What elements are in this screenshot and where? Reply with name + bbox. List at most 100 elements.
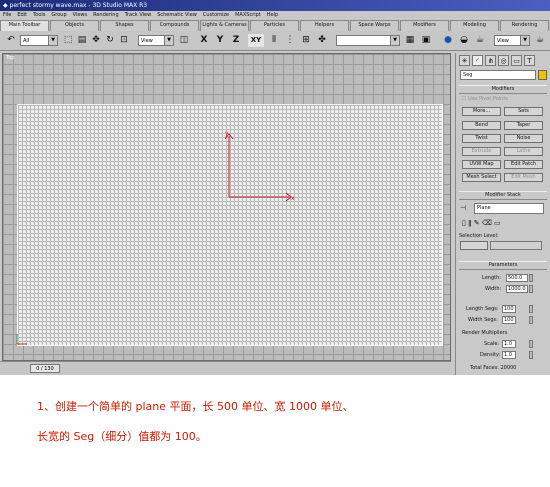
scale-icon[interactable]: ⊡ bbox=[118, 34, 130, 47]
create-tab-icon[interactable]: ✳ bbox=[459, 55, 470, 66]
uvw-map-button[interactable]: UVW Map bbox=[462, 160, 501, 169]
extrude-button[interactable]: Extrude bbox=[462, 147, 501, 156]
pin-stack-icon[interactable]: ⊣ bbox=[460, 204, 466, 212]
mesh-select-button[interactable]: Mesh Select bbox=[462, 173, 501, 182]
pivot-center-icon[interactable]: ◫ bbox=[178, 34, 190, 47]
modifier-sets-button[interactable]: Sets bbox=[504, 107, 543, 116]
material-editor-icon[interactable]: ● bbox=[442, 34, 454, 47]
reference-coordinate-dropdown[interactable]: View ▼ bbox=[138, 35, 174, 46]
align-icon[interactable]: ⊞ bbox=[300, 34, 312, 47]
time-slider[interactable]: 0 / 130 bbox=[30, 364, 60, 373]
scale-spinner[interactable] bbox=[529, 340, 533, 348]
named-selection-icon[interactable]: ✤ bbox=[316, 34, 328, 47]
menu-tools[interactable]: Tools bbox=[33, 11, 45, 20]
window-title-bar: ◆ perfect stormy wave.max - 3D Studio MA… bbox=[0, 0, 550, 11]
hierarchy-tab-icon[interactable]: ⋔ bbox=[485, 55, 496, 66]
bend-button[interactable]: Bend bbox=[462, 121, 501, 130]
twist-button[interactable]: Twist bbox=[462, 134, 501, 143]
tab-objects[interactable]: Objects bbox=[50, 20, 99, 31]
lathe-button[interactable]: Lathe bbox=[504, 147, 543, 156]
quick-render-icon[interactable]: ☕ bbox=[474, 34, 486, 47]
width-segs-spinner[interactable] bbox=[529, 316, 533, 324]
width-segs-field[interactable]: 100 bbox=[502, 316, 516, 324]
undo-icon[interactable]: ↶ bbox=[4, 34, 18, 47]
menu-file[interactable]: File bbox=[3, 11, 11, 20]
tab-lights-cameras[interactable]: Lights & Cameras bbox=[200, 20, 249, 31]
tab-space-warps[interactable]: Space Warps bbox=[350, 20, 399, 31]
tab-modeling[interactable]: Modeling bbox=[450, 20, 499, 31]
modify-tab-icon[interactable]: ◜ bbox=[472, 55, 483, 66]
top-viewport[interactable]: Top y x bbox=[2, 53, 451, 361]
render-type-dropdown[interactable]: View ▼ bbox=[494, 35, 530, 46]
noise-button[interactable]: Noise bbox=[504, 134, 543, 143]
modifier-stack-rollout-header[interactable]: Modifier Stack bbox=[459, 191, 547, 200]
width-field[interactable]: 1000.0 bbox=[506, 285, 528, 293]
use-pivot-points-checkbox[interactable]: ☐ Use Pivot Points bbox=[462, 96, 508, 102]
restrict-y-button[interactable]: Y bbox=[214, 34, 226, 47]
menu-track-view[interactable]: Track View bbox=[125, 11, 152, 20]
render-scene-icon[interactable]: ◒ bbox=[458, 34, 470, 47]
menu-help[interactable]: Help bbox=[267, 11, 278, 20]
menu-customize[interactable]: Customize bbox=[203, 11, 229, 20]
tab-helpers[interactable]: Helpers bbox=[300, 20, 349, 31]
status-bar: 0 / 130 bbox=[0, 361, 451, 375]
taper-button[interactable]: Taper bbox=[504, 121, 543, 130]
display-tab-icon[interactable]: ▭ bbox=[511, 55, 522, 66]
array-icon[interactable]: ⋮ bbox=[284, 34, 296, 47]
more-modifiers-button[interactable]: More... bbox=[462, 107, 501, 116]
scale-label: Scale: bbox=[484, 341, 500, 347]
schematic-view-icon[interactable]: ▣ bbox=[420, 34, 432, 47]
length-field[interactable]: 500.0 bbox=[506, 274, 528, 282]
object-name-input[interactable]: Seg bbox=[460, 70, 536, 80]
render-last-icon[interactable]: ☕ bbox=[534, 34, 546, 47]
menu-schematic-view[interactable]: Schematic View bbox=[157, 11, 197, 20]
track-view-icon[interactable]: ▦ bbox=[404, 34, 416, 47]
selection-filter-dropdown[interactable]: All ▼ bbox=[20, 35, 58, 46]
main-toolbar: ↶ All ▼ ⬚ ▤ ✥ ↻ ⊡ View ▼ ◫ X Y Z XY ⫴ ⋮ … bbox=[0, 31, 550, 51]
motion-tab-icon[interactable]: ◎ bbox=[498, 55, 509, 66]
tab-compounds[interactable]: Compounds bbox=[150, 20, 199, 31]
select-by-name-icon[interactable]: ▤ bbox=[76, 34, 88, 47]
rotate-icon[interactable]: ↻ bbox=[104, 34, 116, 47]
modifier-stack-dropdown[interactable]: Plane bbox=[474, 203, 544, 214]
sub-object-button[interactable] bbox=[460, 241, 488, 250]
edit-patch-button[interactable]: Edit Patch bbox=[504, 160, 543, 169]
edit-mesh-button[interactable]: Edit Mesh bbox=[504, 173, 543, 182]
select-object-icon[interactable]: ⬚ bbox=[62, 34, 74, 47]
utilities-tab-icon[interactable]: T bbox=[524, 55, 535, 66]
restrict-x-button[interactable]: X bbox=[198, 34, 210, 47]
density-field[interactable]: 1.0 bbox=[502, 351, 516, 359]
parameters-rollout-header[interactable]: Parameters bbox=[459, 261, 547, 270]
named-selection-sets-dropdown[interactable]: ▼ bbox=[336, 35, 400, 46]
chevron-down-icon: ▼ bbox=[520, 36, 529, 45]
restrict-xy-button[interactable]: XY bbox=[248, 34, 264, 47]
sub-object-dropdown[interactable] bbox=[490, 241, 542, 250]
object-color-swatch[interactable] bbox=[538, 70, 547, 80]
menu-views[interactable]: Views bbox=[73, 11, 87, 20]
length-segs-field[interactable]: 100 bbox=[502, 305, 516, 313]
max-application-window: ◆ perfect stormy wave.max - 3D Studio MA… bbox=[0, 0, 550, 375]
modifiers-rollout-header[interactable]: Modifiers bbox=[459, 85, 547, 94]
width-spinner[interactable] bbox=[529, 285, 533, 293]
chevron-down-icon: ▼ bbox=[48, 36, 57, 45]
menu-maxscript[interactable]: MAXScript bbox=[235, 11, 261, 20]
density-spinner[interactable] bbox=[529, 351, 533, 359]
tab-shapes[interactable]: Shapes bbox=[100, 20, 149, 31]
render-type-value: View bbox=[497, 38, 509, 44]
tab-modifiers[interactable]: Modifiers bbox=[400, 20, 449, 31]
command-panel-tabs: ✳ ◜ ⋔ ◎ ▭ T bbox=[459, 55, 535, 66]
length-segs-spinner[interactable] bbox=[529, 305, 533, 313]
mirror-icon[interactable]: ⫴ bbox=[268, 34, 280, 47]
length-spinner[interactable] bbox=[529, 274, 533, 282]
menu-rendering[interactable]: Rendering bbox=[93, 11, 119, 20]
tab-main-toolbar[interactable]: Main Toolbar bbox=[0, 20, 49, 31]
menu-edit[interactable]: Edit bbox=[17, 11, 27, 20]
move-icon[interactable]: ✥ bbox=[90, 34, 102, 47]
reference-coordinate-value: View bbox=[141, 38, 153, 44]
restrict-z-button[interactable]: Z bbox=[230, 34, 242, 47]
tab-rendering[interactable]: Rendering bbox=[500, 20, 549, 31]
tab-particles[interactable]: Particles bbox=[250, 20, 299, 31]
scale-field[interactable]: 1.0 bbox=[502, 340, 516, 348]
stack-control-icons[interactable]: ▯ ǁ ✎ ⌫ ▭ bbox=[462, 219, 501, 227]
menu-group[interactable]: Group bbox=[51, 11, 66, 20]
